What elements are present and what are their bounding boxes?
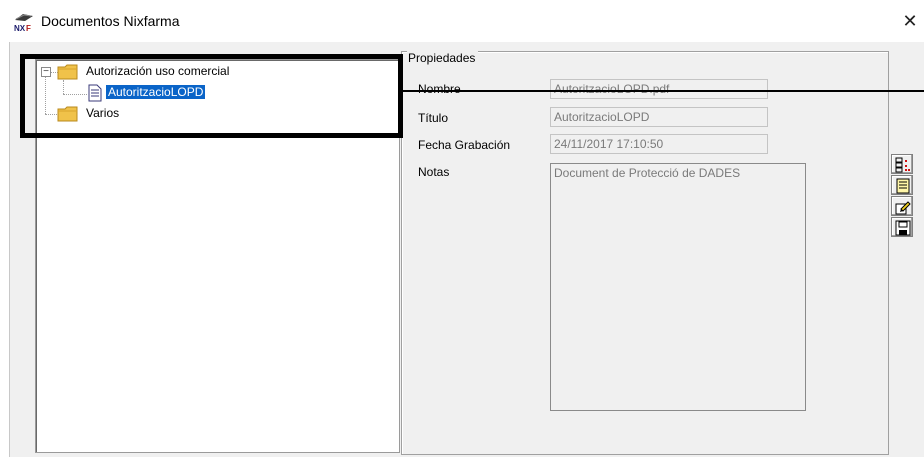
titulo-field[interactable]: AutoritzacioLOPD [550,107,768,127]
window-client-area: − Autorización uso comercial Autoritzaci… [9,42,924,457]
properties-button[interactable] [891,154,913,174]
properties-group: Propiedades Nombre AutoritzacioLOPD.pdf … [401,51,889,455]
svg-text:F: F [26,24,31,32]
tree-node-label: Autorización uso comercial [86,64,230,78]
nixfarma-logo-icon: NX F [13,12,35,33]
edit-button[interactable] [891,196,913,216]
list-properties-icon [895,157,910,173]
notas-label: Notas [418,165,450,179]
tree-connector [63,94,87,95]
tree-connector [45,76,46,114]
edit-notes-icon [896,178,910,194]
title-bar: NX F Documentos Nixfarma ✕ [0,0,924,42]
notes-button[interactable] [891,175,913,195]
folder-icon [57,63,79,84]
tree-connector [45,114,57,115]
tree-node-label: AutoritzacioLOPD [106,85,206,99]
notas-textarea[interactable]: Document de Protecció de DADES [550,163,806,411]
collapse-toggle[interactable]: − [41,67,51,77]
nombre-field[interactable]: AutoritzacioLOPD.pdf [550,79,768,99]
document-icon [88,84,102,105]
group-title: Propiedades [407,51,479,65]
tree-node-label: Varios [86,106,120,120]
edit-pencil-icon [895,201,911,215]
fecha-grabacion-label: Fecha Grabación [418,138,511,152]
folder-icon [57,105,79,126]
document-tree[interactable]: − Autorización uso comercial Autoritzaci… [35,59,400,453]
titulo-label: Título [418,111,449,125]
window-title: Documentos Nixfarma [41,13,180,29]
fecha-grabacion-field[interactable]: 24/11/2017 17:10:50 [550,134,768,154]
svg-text:NX: NX [14,24,26,32]
nombre-label: Nombre [418,82,461,96]
save-icon [895,220,911,236]
callout-line [400,90,924,92]
close-button[interactable]: ✕ [900,10,920,32]
save-button[interactable] [891,217,913,237]
close-icon: ✕ [902,11,918,31]
